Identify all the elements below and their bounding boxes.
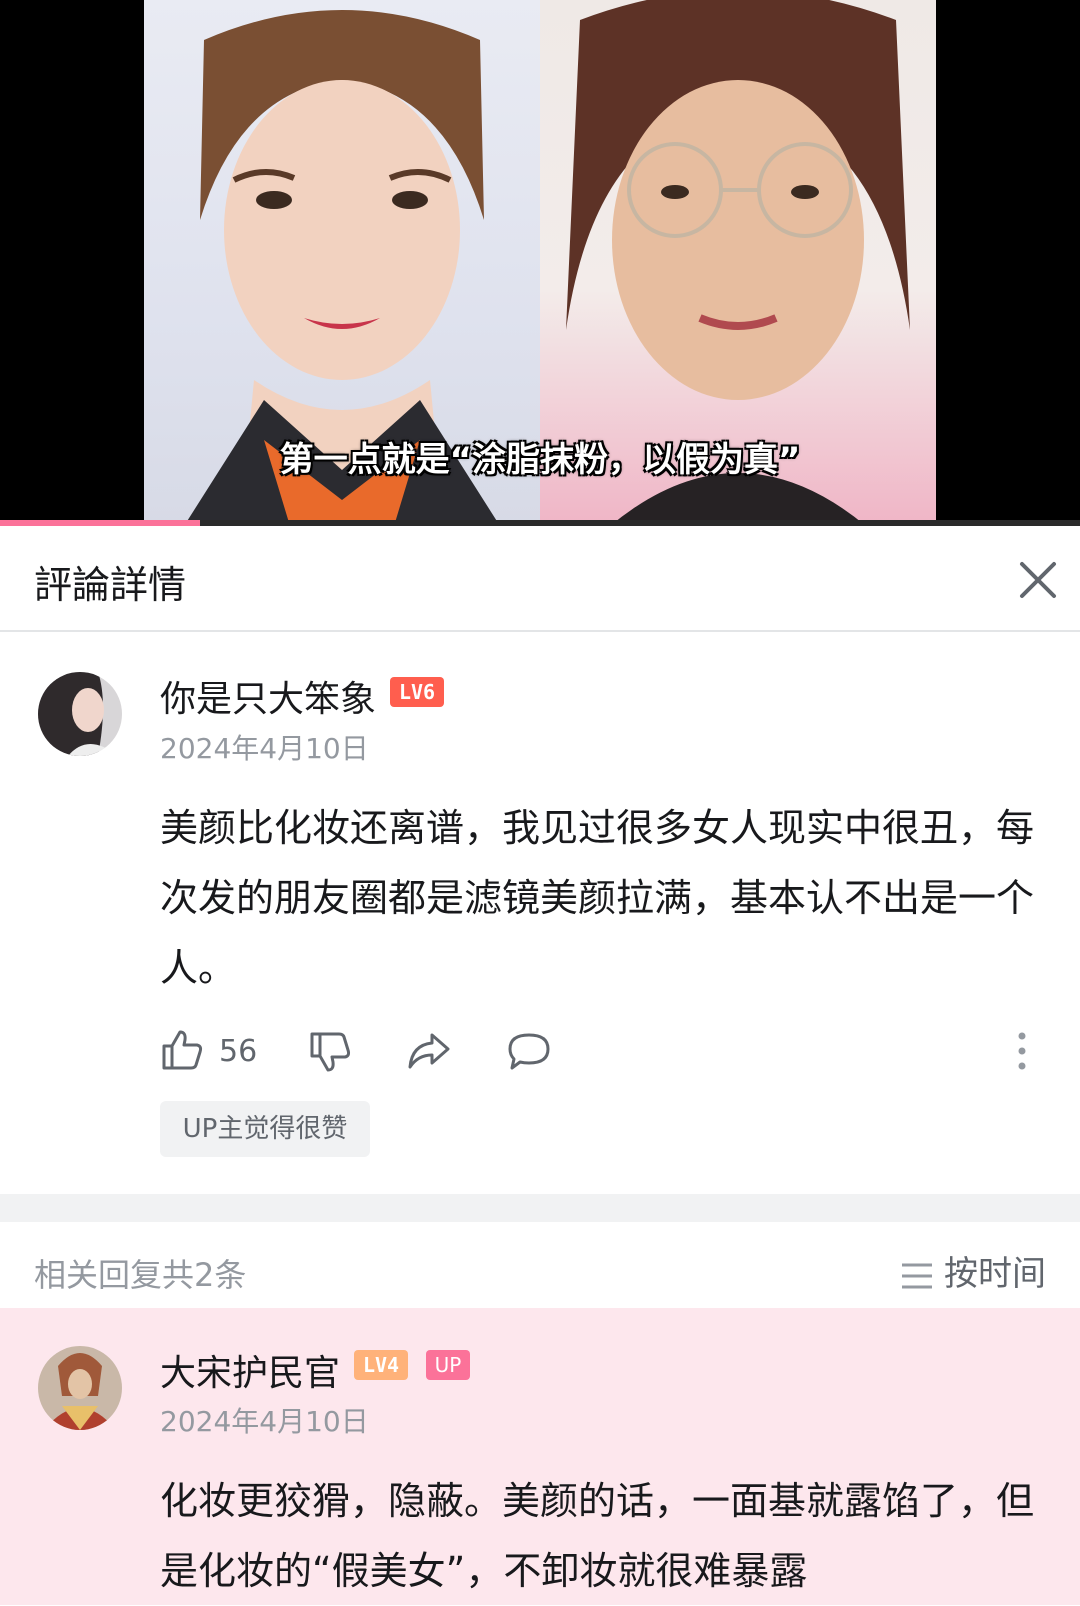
video-subtitle: 第一点就是“涂脂抹粉，以假为真”: [279, 440, 801, 480]
avatar[interactable]: [38, 1346, 122, 1430]
like-count: 56: [219, 1034, 258, 1069]
up-liked-tag: UP主觉得很赞: [160, 1101, 370, 1157]
page-title: 評論詳情: [34, 563, 187, 607]
reply-text: 化妆更狡猾，隐蔽。美颜的话，一面基就露馅了，但是化妆的“假美女”，不卸妆就很难暴…: [160, 1479, 1035, 1593]
comment-date: 2024年4月10日: [160, 732, 369, 765]
replies-count: 相关回复共2条: [34, 1256, 247, 1294]
thumb-down-icon: [310, 1032, 351, 1072]
close-button[interactable]: [1014, 556, 1062, 604]
video-player[interactable]: 第一点就是“涂脂抹粉，以假为真”: [0, 0, 1080, 526]
close-icon: [1020, 562, 1056, 598]
reply-username[interactable]: 大宋护民官: [160, 1344, 340, 1396]
sort-label: 按时间: [944, 1254, 1046, 1294]
reply-button[interactable]: [506, 1031, 552, 1075]
sort-lines-icon: [902, 1263, 932, 1288]
sort-by-time-button[interactable]: 按时间: [900, 1246, 1046, 1294]
more-vertical-icon: [1018, 1032, 1026, 1070]
share-icon: [408, 1033, 450, 1069]
comment-detail-header: 評論詳情: [0, 526, 1080, 632]
more-button[interactable]: [1016, 1031, 1028, 1075]
share-button[interactable]: [406, 1031, 452, 1075]
replies-header: 相关回复共2条 按时间: [0, 1222, 1080, 1308]
reply-date: 2024年4月10日: [160, 1405, 369, 1438]
level-badge: LV4: [354, 1350, 408, 1380]
comment-username[interactable]: 你是只大笨象: [160, 670, 376, 722]
thumb-up-icon: [162, 1030, 203, 1070]
comment-bubble-icon: [508, 1033, 550, 1070]
like-button[interactable]: [160, 1028, 204, 1076]
avatar[interactable]: [38, 672, 122, 756]
dislike-button[interactable]: [308, 1030, 352, 1078]
section-divider: [0, 1194, 1080, 1222]
level-badge: LV6: [390, 677, 444, 707]
up-badge: UP: [426, 1350, 470, 1380]
comment-text: 美颜比化妆还离谱，我见过很多女人现实中很丑，每次发的朋友圈都是滤镜美颜拉满，基本…: [160, 806, 1035, 990]
